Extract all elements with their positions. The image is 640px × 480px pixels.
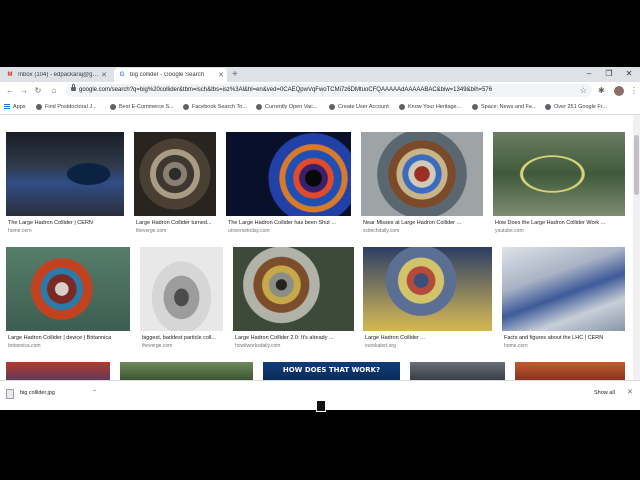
result-source: home.cern [504,343,528,349]
result-title[interactable]: Facts and figures about the LHC | CERN [504,335,625,341]
result-source: theverge.com [142,343,173,349]
result-source: home.cern [8,228,32,234]
result-title[interactable]: The Large Hadron Collider | CERN [8,220,124,226]
bookmark-apps[interactable]: Apps [4,99,26,114]
result-title[interactable]: biggest, baddest particle coll... [142,335,223,341]
result-image[interactable] [140,247,223,331]
extensions-icon[interactable]: ✱ [598,84,605,97]
browser-window: M Inbox (104) - edpackaraj@gmai... ✕ G b… [0,67,640,410]
file-icon [6,389,14,399]
chevron-up-icon[interactable]: ⌃ [92,381,97,405]
tab-inbox[interactable]: M Inbox (104) - edpackaraj@gmai... ✕ [2,68,110,82]
download-filename[interactable]: big collider.jpg [20,381,55,405]
tab-label: big collider - Google Search [130,72,205,78]
reload-button[interactable]: ↻ [33,85,43,96]
result-image[interactable] [515,362,625,380]
bookmark-item[interactable]: Over 251 Google Fr... [545,99,607,114]
bookmark-label: Space: News and Fe... [481,103,537,110]
result-source: scitechdaily.com [363,228,400,234]
result-source: britannica.com [8,343,41,349]
tab-close-icon[interactable]: ✕ [217,71,225,79]
close-shelf-button[interactable]: ✕ [627,381,633,405]
result-image[interactable] [120,362,253,380]
globe-icon [183,103,189,110]
lock-icon [71,84,76,91]
tab-label: Inbox (104) - edpackaraj@gmai... [18,72,100,78]
result-image[interactable] [134,132,216,216]
result-title[interactable]: Near Misses at Large Hadron Collider ... [363,220,483,226]
apps-grid-icon [4,103,10,110]
scrollbar-thumb[interactable] [634,135,639,195]
gmail-icon: M [7,72,13,78]
bookmark-item[interactable]: Find Postdoctoral J... [36,99,97,114]
show-all-button[interactable]: Show all [590,387,619,399]
result-image[interactable] [502,247,625,331]
home-button[interactable]: ⌂ [49,85,59,96]
globe-icon [36,103,42,110]
result-image[interactable] [6,132,124,216]
tab-close-icon[interactable]: ✕ [100,71,108,79]
result-title[interactable]: Large Hadron Collider 2.0: It's already … [235,335,354,341]
result-image[interactable]: HOW DOES THAT WORK? [263,362,400,380]
bookmark-label: Know Your Heritage... [408,103,462,110]
result-source: eurekalert.org [365,343,396,349]
globe-icon [399,103,405,110]
image-banner-text: HOW DOES THAT WORK? [282,366,381,374]
result-source: youtube.com [495,228,524,234]
result-title[interactable]: The Large Hadron Collider has been Shut … [228,220,351,226]
result-title[interactable]: How Does the Large Hadron Collider Work … [495,220,625,226]
bookmark-label: Best E-Commerce S... [119,103,174,110]
minimize-button[interactable]: – [582,68,596,80]
bookmark-label: Apps [13,103,26,110]
result-title[interactable]: Large Hadron Collider | device | Britann… [8,335,130,341]
image-results: The Large Hadron Collider | CERN home.ce… [0,115,640,380]
bookmark-label: Find Postdoctoral J... [45,103,97,110]
result-image[interactable] [226,132,351,216]
bookmark-item[interactable]: Facebook Search To... [183,99,247,114]
close-window-button[interactable]: ✕ [622,68,636,80]
globe-icon [110,103,116,110]
globe-icon [256,103,262,110]
result-source: howitworksdaily.com [235,343,281,349]
result-image[interactable] [6,247,130,331]
tab-strip: M Inbox (104) - edpackaraj@gmai... ✕ G b… [0,67,640,82]
globe-icon [472,103,478,110]
result-title[interactable]: Large Hadron Collider turned... [136,220,216,226]
back-button[interactable]: ← [5,85,15,96]
navigation-bar: ← → ↻ ⌂ google.com/search?q=big%20collid… [0,82,640,99]
bookmarks-bar: Apps Find Postdoctoral J... Best E-Comme… [0,99,640,115]
bookmark-item[interactable]: Know Your Heritage... [399,99,461,114]
avatar[interactable] [614,86,624,96]
result-image[interactable] [233,247,354,331]
bookmark-item[interactable]: Currently Open Vac... [256,99,317,114]
google-icon: G [119,72,125,78]
globe-icon [329,103,335,110]
bookmark-item[interactable]: Create User Account [329,99,389,114]
menu-icon[interactable]: ⋮ [630,84,638,97]
globe-icon [545,103,551,110]
address-bar[interactable]: google.com/search?q=big%20collider&tbm=i… [66,84,592,97]
page-scrollbar[interactable] [633,115,640,380]
result-image[interactable] [363,247,492,331]
result-image[interactable] [6,362,110,380]
tab-search[interactable]: G big collider - Google Search ✕ [114,68,227,82]
bookmark-label: Over 251 Google Fr... [554,103,607,110]
bookmark-item[interactable]: Space: News and Fe... [472,99,537,114]
star-icon[interactable]: ☆ [580,84,587,97]
maximize-button[interactable]: ❐ [602,68,616,80]
bookmark-label: Currently Open Vac... [265,103,318,110]
url-text[interactable]: google.com/search?q=big%20collider&tbm=i… [79,84,492,97]
forward-button[interactable]: → [19,85,29,96]
result-title[interactable]: Large Hadron Collider ... [365,335,492,341]
result-image[interactable] [493,132,625,216]
bookmark-label: Facebook Search To... [192,103,247,110]
result-image[interactable] [361,132,483,216]
result-source: universetoday.com [228,228,270,234]
result-image[interactable] [410,362,505,380]
bookmark-label: Create User Account [338,103,389,110]
new-tab-button[interactable]: + [232,68,238,82]
bookmark-item[interactable]: Best E-Commerce S... [110,99,174,114]
result-source: theverge.com [136,228,167,234]
mouse-cursor-icon [316,400,326,412]
